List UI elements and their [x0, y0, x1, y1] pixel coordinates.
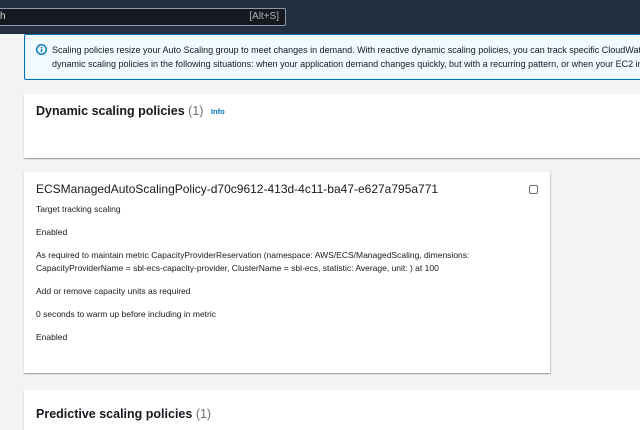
dynamic-scaling-policies-panel: Dynamic scaling policies (1) Info [24, 94, 640, 158]
policy-card: ECSManagedAutoScalingPolicy-d70c9612-413… [24, 172, 550, 373]
info-banner-text: Scaling policies resize your Auto Scalin… [52, 43, 640, 71]
search-input-value[interactable]: h [0, 11, 6, 22]
top-navigation-bar: h [Alt+S] [0, 0, 640, 34]
policy-warmup: 0 seconds to warm up before including in… [36, 309, 217, 319]
search-shortcut-hint: [Alt+S] [249, 11, 279, 22]
policy-action: Add or remove capacity units as required [36, 286, 191, 296]
policy-type: Target tracking scaling [36, 204, 121, 214]
info-banner-line-2: dynamic scaling policies in the followin… [52, 59, 640, 69]
panel-title: Dynamic scaling policies [36, 104, 185, 118]
policy-count: (1) [188, 104, 204, 118]
predictive-scaling-policies-panel: Predictive scaling policies (1) [24, 390, 640, 430]
predictive-scaling-policies-header: Predictive scaling policies (1) [36, 407, 211, 421]
predictive-policy-count: (1) [195, 407, 212, 421]
policy-select-checkbox[interactable] [529, 185, 538, 194]
info-circle-icon [36, 44, 47, 55]
policy-metric-line-2: CapacityProviderName = sbl-ecs-capacity-… [36, 263, 439, 273]
info-banner-line-1: Scaling policies resize your Auto Scalin… [52, 45, 640, 55]
info-link[interactable]: Info [211, 107, 225, 116]
dynamic-scaling-policies-header: Dynamic scaling policies (1) Info [36, 104, 225, 118]
info-banner: Scaling policies resize your Auto Scalin… [24, 34, 640, 80]
search-input[interactable]: h [Alt+S] [0, 8, 286, 26]
predictive-panel-title: Predictive scaling policies [36, 407, 193, 421]
policy-metric-line-1: As required to maintain metric CapacityP… [36, 250, 470, 260]
policy-name: ECSManagedAutoScalingPolicy-d70c9612-413… [36, 182, 439, 196]
policy-status: Enabled [36, 227, 68, 237]
policy-scale-in-status: Enabled [36, 332, 68, 342]
